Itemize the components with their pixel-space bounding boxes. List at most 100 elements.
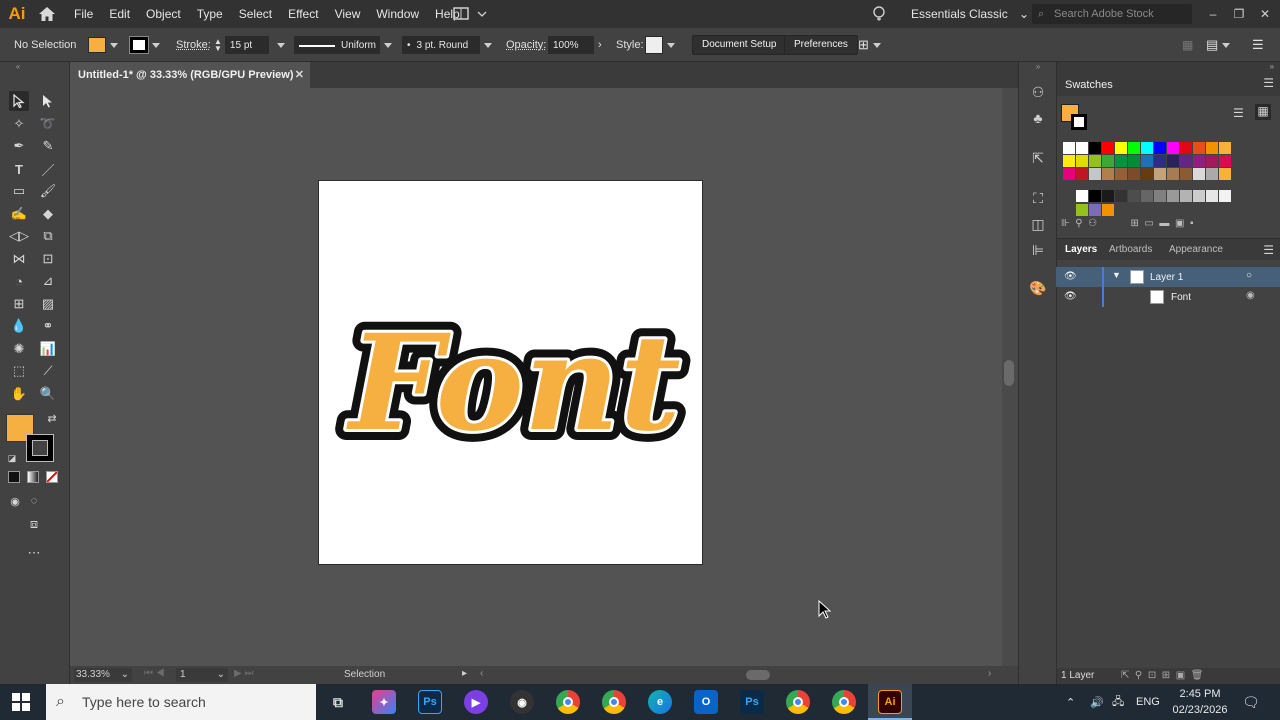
swatch-stroke-indicator[interactable] — [1071, 114, 1087, 130]
expand-layer-icon[interactable]: ▼ — [1112, 270, 1121, 280]
gradient-icon[interactable]: ▨ — [38, 294, 58, 314]
stroke-color-picker[interactable] — [129, 28, 160, 62]
network-icon[interactable]: 🖧 — [1112, 684, 1124, 720]
close-window-button[interactable]: ✕ — [1252, 0, 1278, 28]
stroke-weight-stepper[interactable]: ▲ ▼ 15 pt — [214, 28, 285, 62]
direct-selection-icon[interactable] — [38, 91, 58, 111]
export-icon[interactable]: ⇱ — [1028, 148, 1048, 168]
taskbar-search-input[interactable]: ⌕ Type here to search — [46, 684, 316, 720]
line-segment-icon[interactable]: ／ — [38, 159, 58, 179]
draw-behind-icon[interactable]: ◌ — [24, 491, 44, 511]
tab-layers[interactable]: Layers — [1065, 244, 1097, 255]
swatch-chip[interactable] — [1102, 190, 1114, 202]
media-player-icon[interactable]: ▶ — [464, 690, 488, 714]
edit-toolbar-icon[interactable]: ⋯ — [24, 543, 44, 563]
swatch-chip[interactable] — [1219, 190, 1231, 202]
swatch-chip[interactable] — [1180, 168, 1192, 180]
tab-appearance[interactable]: Appearance — [1169, 244, 1223, 255]
layer-row-font[interactable]: 👁 Font ◉ — [1056, 287, 1280, 307]
swatch-chip[interactable] — [1206, 155, 1218, 167]
horizontal-scroll-thumb[interactable] — [746, 670, 770, 680]
menu-edit[interactable]: Edit — [101, 0, 138, 28]
scroll-right-arrow[interactable]: › — [988, 668, 991, 679]
swatch-chip[interactable] — [1154, 142, 1166, 154]
swatch-chip[interactable] — [1063, 142, 1075, 154]
default-colors-icon[interactable]: ◪ — [2, 448, 22, 468]
swatch-chip[interactable] — [1128, 168, 1140, 180]
swatch-chip[interactable] — [1076, 142, 1088, 154]
puppet-warp-icon[interactable]: ⚇ — [1028, 82, 1048, 102]
status-menu-arrow[interactable]: ▸ — [462, 668, 467, 679]
document-tab[interactable]: Untitled-1* @ 33.33% (RGB/GPU Preview) ✕ — [70, 62, 310, 88]
layers-footer-icons[interactable]: ⇱ ⚲ ⊡ ⊞ ▣ 🗑 — [1121, 668, 1203, 684]
gradient-mode-icon[interactable] — [27, 471, 39, 483]
fill-color-picker[interactable] — [88, 28, 118, 62]
clock[interactable]: 2:45 PM 02/23/2026 — [1170, 686, 1230, 718]
swatch-chip[interactable] — [1167, 155, 1179, 167]
opacity-control[interactable]: 100% › — [548, 28, 602, 62]
variable-width-profile[interactable]: Uniform — [294, 28, 392, 62]
swatch-chip[interactable] — [1102, 204, 1114, 216]
eraser-icon[interactable]: ◆ — [38, 204, 58, 224]
menu-select[interactable]: Select — [231, 0, 280, 28]
swatch-chip[interactable] — [1128, 190, 1140, 202]
shaper-icon[interactable]: ✍ — [9, 204, 29, 224]
tray-overflow-icon[interactable]: ⌃ — [1066, 684, 1075, 720]
swatch-chip[interactable] — [1141, 142, 1153, 154]
curvature-icon[interactable]: ✎ — [38, 136, 58, 156]
swatch-chip[interactable] — [1193, 155, 1205, 167]
edge-icon[interactable]: e — [648, 690, 672, 714]
column-graph-icon[interactable]: 📊 — [38, 339, 58, 359]
layers-menu-icon[interactable]: ☰ — [1263, 243, 1274, 257]
magic-wand-icon[interactable]: ✧ — [9, 114, 29, 134]
swatch-chip[interactable] — [1167, 168, 1179, 180]
panel-menu-icon[interactable]: ☰ — [1252, 28, 1264, 62]
swatch-chip[interactable] — [1076, 204, 1088, 216]
windows-start-icon[interactable] — [12, 693, 30, 714]
shape-builder-icon[interactable]: ◔ — [9, 271, 29, 291]
illustrator-taskbar-button[interactable]: Ai — [868, 684, 912, 720]
eye-icon[interactable]: 👁 — [1064, 291, 1077, 302]
swatch-chip[interactable] — [1141, 168, 1153, 180]
swatch-chip[interactable] — [1102, 142, 1114, 154]
swatch-chip[interactable] — [1167, 190, 1179, 202]
swatch-chip[interactable] — [1180, 142, 1192, 154]
notifications-icon[interactable]: 🗨 — [1242, 684, 1260, 720]
graphic-style-picker[interactable] — [645, 28, 675, 62]
artboard[interactable]: Font Font — [318, 180, 703, 565]
minimize-button[interactable]: – — [1200, 0, 1226, 28]
workspace-switcher[interactable]: Essentials Classic ⌄ — [903, 0, 1037, 28]
swatch-chip[interactable] — [1141, 155, 1153, 167]
collapse-dock-icon[interactable]: » — [1270, 62, 1274, 71]
chrome-profile-icon[interactable] — [602, 690, 626, 714]
none-mode-icon[interactable] — [46, 471, 58, 483]
artboard-tool-icon[interactable]: ⬚ — [9, 361, 29, 381]
arrange-documents-icon[interactable] — [452, 6, 488, 22]
swatch-bottom-toolbar[interactable]: ⊪ ⚲ ⚇ ⊞ ▭ ▬ ▣ ▪ — [1061, 218, 1257, 232]
opacity-label[interactable]: Opacity: — [506, 28, 546, 62]
scale-icon[interactable]: ⧉ — [38, 226, 58, 246]
document-setup-button[interactable]: Document Setup — [692, 28, 787, 62]
swatch-chip[interactable] — [1141, 190, 1153, 202]
swatch-chip[interactable] — [1128, 142, 1140, 154]
swatches-title[interactable]: Swatches — [1065, 79, 1113, 91]
swatch-chip[interactable] — [1089, 168, 1101, 180]
lightbulb-icon[interactable] — [870, 5, 888, 23]
symbol-sprayer-icon[interactable]: ✺ — [9, 339, 29, 359]
swatch-chip[interactable] — [1063, 155, 1075, 167]
swatch-chip[interactable] — [1102, 155, 1114, 167]
layer-name[interactable]: Layer 1 — [1150, 272, 1183, 283]
swatch-chip[interactable] — [1193, 168, 1205, 180]
copilot-icon[interactable]: ✦ — [372, 690, 396, 714]
stroke-label[interactable]: Stroke: — [176, 28, 211, 62]
rotate-icon[interactable]: ◁▷ — [9, 226, 29, 246]
transform-icon[interactable]: ⊞ — [858, 28, 881, 62]
photoshop-icon[interactable]: Ps — [418, 690, 442, 714]
rectangle-icon[interactable]: ▭ — [9, 181, 29, 201]
swatch-chip[interactable] — [1115, 155, 1127, 167]
swatch-chip[interactable] — [1089, 190, 1101, 202]
selection-tool-icon[interactable] — [9, 91, 29, 111]
swatch-chip[interactable] — [1219, 142, 1231, 154]
stock-search-input[interactable]: ⌕ Search Adobe Stock — [1032, 4, 1192, 24]
swatch-chip[interactable] — [1193, 190, 1205, 202]
